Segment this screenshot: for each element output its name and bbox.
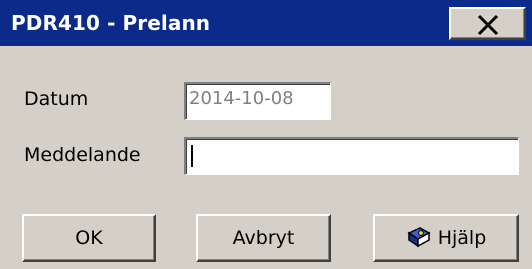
date-field: 2014-10-08 [184,82,331,120]
date-label: Datum [24,88,89,110]
message-label: Meddelande [24,144,141,166]
help-button-label: Hjälp [437,227,487,249]
help-button[interactable]: Hjälp [373,214,519,262]
close-icon [477,14,499,36]
cancel-button[interactable]: Avbryt [196,214,331,262]
close-button[interactable] [449,7,526,40]
window-title: PDR410 - Prelann [11,11,211,35]
title-bar[interactable]: PDR410 - Prelann [0,0,532,46]
ok-button-label: OK [75,227,103,249]
help-book-icon [406,225,432,251]
message-field[interactable] [184,137,519,175]
text-caret [191,145,193,167]
dialog-window: PDR410 - Prelann Datum 2014-10-08 Meddel… [0,0,532,269]
ok-button[interactable]: OK [22,214,156,262]
cancel-button-label: Avbryt [232,227,295,249]
